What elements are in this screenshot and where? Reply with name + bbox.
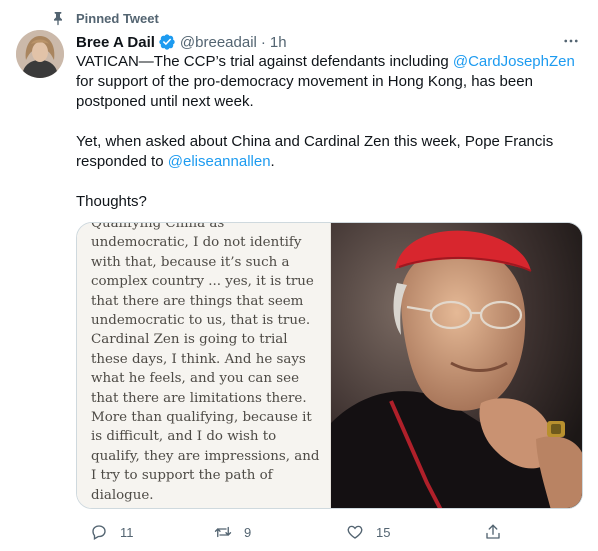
like-count: 15	[376, 524, 391, 540]
reply-button[interactable]: 11	[90, 523, 134, 541]
quote-line: undemocratic, I do not identify	[91, 235, 302, 251]
quote-line: Qualifying China as	[91, 223, 225, 231]
quote-image[interactable]: Qualifying China as undemocratic, I do no…	[77, 223, 331, 508]
author-handle[interactable]: @breeadail	[180, 34, 257, 51]
share-icon	[486, 524, 500, 539]
mention-link[interactable]: @eliseannallen	[168, 153, 271, 170]
pin-icon	[50, 10, 66, 26]
verified-badge-icon	[158, 33, 176, 51]
quote-line: dialogue.	[91, 487, 154, 503]
reply-icon	[92, 525, 106, 540]
tweet-text-segment: Yet, when asked about China and Cardinal…	[76, 133, 554, 170]
tweet-text-segment: VATICAN—The CCP’s trial against defendan…	[76, 53, 453, 70]
quote-line: what he feels, and you can see	[91, 371, 300, 387]
pinned-label: Pinned Tweet	[76, 10, 159, 26]
quote-line: with that, because it’s such a	[91, 254, 290, 270]
like-button[interactable]: 15	[346, 523, 390, 541]
quote-line: that there are things that seem	[91, 293, 304, 309]
tweet-paragraph-2: Yet, when asked about China and Cardinal…	[76, 132, 586, 172]
retweet-button[interactable]: 9	[214, 523, 251, 541]
quote-line: qualify, they are impressions, and	[91, 448, 320, 464]
tweet-text-segment: for support of the pro-democracy movemen…	[76, 73, 533, 110]
tweet-header: Bree A Dail @breeadail · 1h	[76, 32, 582, 52]
reply-count: 11	[120, 524, 134, 540]
quote-text: Qualifying China as undemocratic, I do no…	[91, 223, 323, 505]
mention-link[interactable]: @CardJosephZen	[453, 53, 575, 70]
quote-line: complex country ... yes, it is true	[91, 274, 314, 290]
quote-line: More than qualifying, because it	[91, 410, 312, 426]
separator-dot: ·	[260, 33, 266, 51]
quote-line: Cardinal Zen is going to trial	[91, 332, 288, 348]
pinned-tweet-indicator: Pinned Tweet	[50, 9, 159, 27]
retweet-count: 9	[244, 524, 252, 540]
tweet-timestamp[interactable]: 1h	[270, 34, 287, 51]
more-options-button[interactable]	[560, 30, 582, 52]
cardinal-photo[interactable]	[331, 223, 582, 508]
author-name[interactable]: Bree A Dail	[76, 34, 155, 51]
tweet-actions: 11 9 15	[76, 521, 516, 543]
tweet-text: VATICAN—The CCP’s trial against defendan…	[76, 52, 586, 212]
quote-line: these days, I think. And he says	[91, 351, 306, 367]
tweet-paragraph-3: Thoughts?	[76, 193, 147, 210]
like-heart-icon	[347, 525, 363, 539]
tweet-paragraph-1: VATICAN—The CCP’s trial against defendan…	[76, 52, 586, 112]
retweet-icon	[214, 526, 232, 538]
share-button[interactable]	[484, 523, 514, 541]
quote-line: is difficult, and I do wish to	[91, 429, 277, 445]
avatar[interactable]	[16, 30, 64, 78]
quote-line: that there are limitations there.	[91, 390, 307, 406]
quote-line: undemocratic to us, that is true.	[91, 313, 311, 329]
quote-line: I try to support the path of	[91, 468, 273, 484]
tweet-text-segment: .	[270, 153, 275, 170]
tweet-media[interactable]: Qualifying China as undemocratic, I do no…	[76, 222, 583, 509]
more-icon	[564, 39, 578, 43]
